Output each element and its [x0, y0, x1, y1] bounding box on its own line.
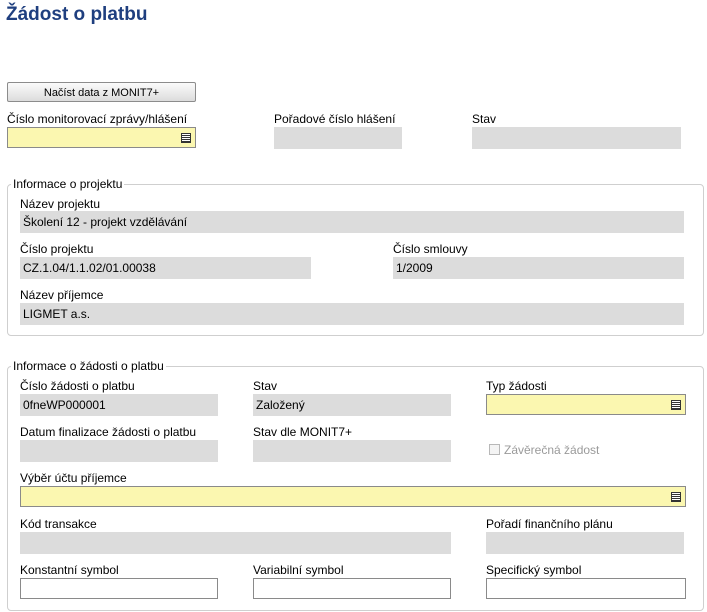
load-monit-button[interactable]: Načíst data z MONIT7+	[7, 82, 196, 102]
list-icon	[671, 400, 681, 410]
request-type-label: Typ žádosti	[486, 379, 547, 393]
project-number-field: CZ.1.04/1.1.02/01.00038	[20, 257, 311, 279]
project-number-label: Číslo projektu	[20, 242, 94, 256]
page-title: Žádost o platbu	[6, 4, 148, 25]
account-select[interactable]	[20, 486, 686, 507]
monit-state-label: Stav dle MONIT7+	[253, 425, 353, 439]
specific-symbol-input[interactable]	[486, 578, 686, 599]
transaction-code-field	[20, 532, 451, 554]
finalization-date-field	[20, 440, 218, 462]
finalization-date-label: Datum finalizace žádosti o platbu	[20, 425, 197, 439]
request-type-select[interactable]	[486, 394, 686, 415]
constant-symbol-label: Konstantní symbol	[20, 563, 119, 577]
list-icon	[181, 133, 191, 143]
recipient-name-field: LIGMET a.s.	[20, 303, 684, 325]
request-number-field: 0fneWP000001	[20, 394, 218, 416]
variable-symbol-input[interactable]	[253, 578, 451, 599]
variable-symbol-label: Variabilní symbol	[253, 563, 344, 577]
project-name-label: Název projektu	[20, 197, 101, 211]
top-state-label: Stav	[472, 112, 497, 126]
top-state-field	[472, 127, 681, 149]
financial-plan-order-label: Pořadí finančního plánu	[486, 517, 613, 531]
specific-symbol-label: Specifický symbol	[486, 563, 582, 577]
project-name-field: Školení 12 - projekt vzdělávání	[20, 211, 684, 233]
final-request-checkbox[interactable]	[489, 444, 500, 455]
financial-plan-order-field	[486, 532, 684, 554]
constant-symbol-input[interactable]	[20, 578, 218, 599]
contract-number-field: 1/2009	[393, 257, 684, 279]
report-number-select[interactable]	[7, 127, 196, 148]
payment-state-label: Stav	[253, 379, 278, 393]
monit-state-field	[253, 440, 451, 462]
final-request-label: Závěrečná žádost	[504, 443, 600, 457]
contract-number-label: Číslo smlouvy	[393, 242, 468, 256]
project-info-legend: Informace o projektu	[13, 177, 123, 191]
account-label: Výběr účtu příjemce	[20, 471, 127, 485]
sequence-label: Pořadové číslo hlášení	[274, 112, 396, 126]
transaction-code-label: Kód transakce	[20, 517, 97, 531]
request-number-label: Číslo žádosti o platbu	[20, 379, 135, 393]
report-number-label: Číslo monitorovací zprávy/hlášení	[7, 112, 188, 126]
sequence-field	[274, 127, 402, 149]
list-icon	[671, 492, 681, 502]
payment-state-field: Založený	[253, 394, 451, 416]
payment-info-legend: Informace o žádosti o platbu	[13, 359, 164, 373]
recipient-name-label: Název příjemce	[20, 288, 104, 302]
